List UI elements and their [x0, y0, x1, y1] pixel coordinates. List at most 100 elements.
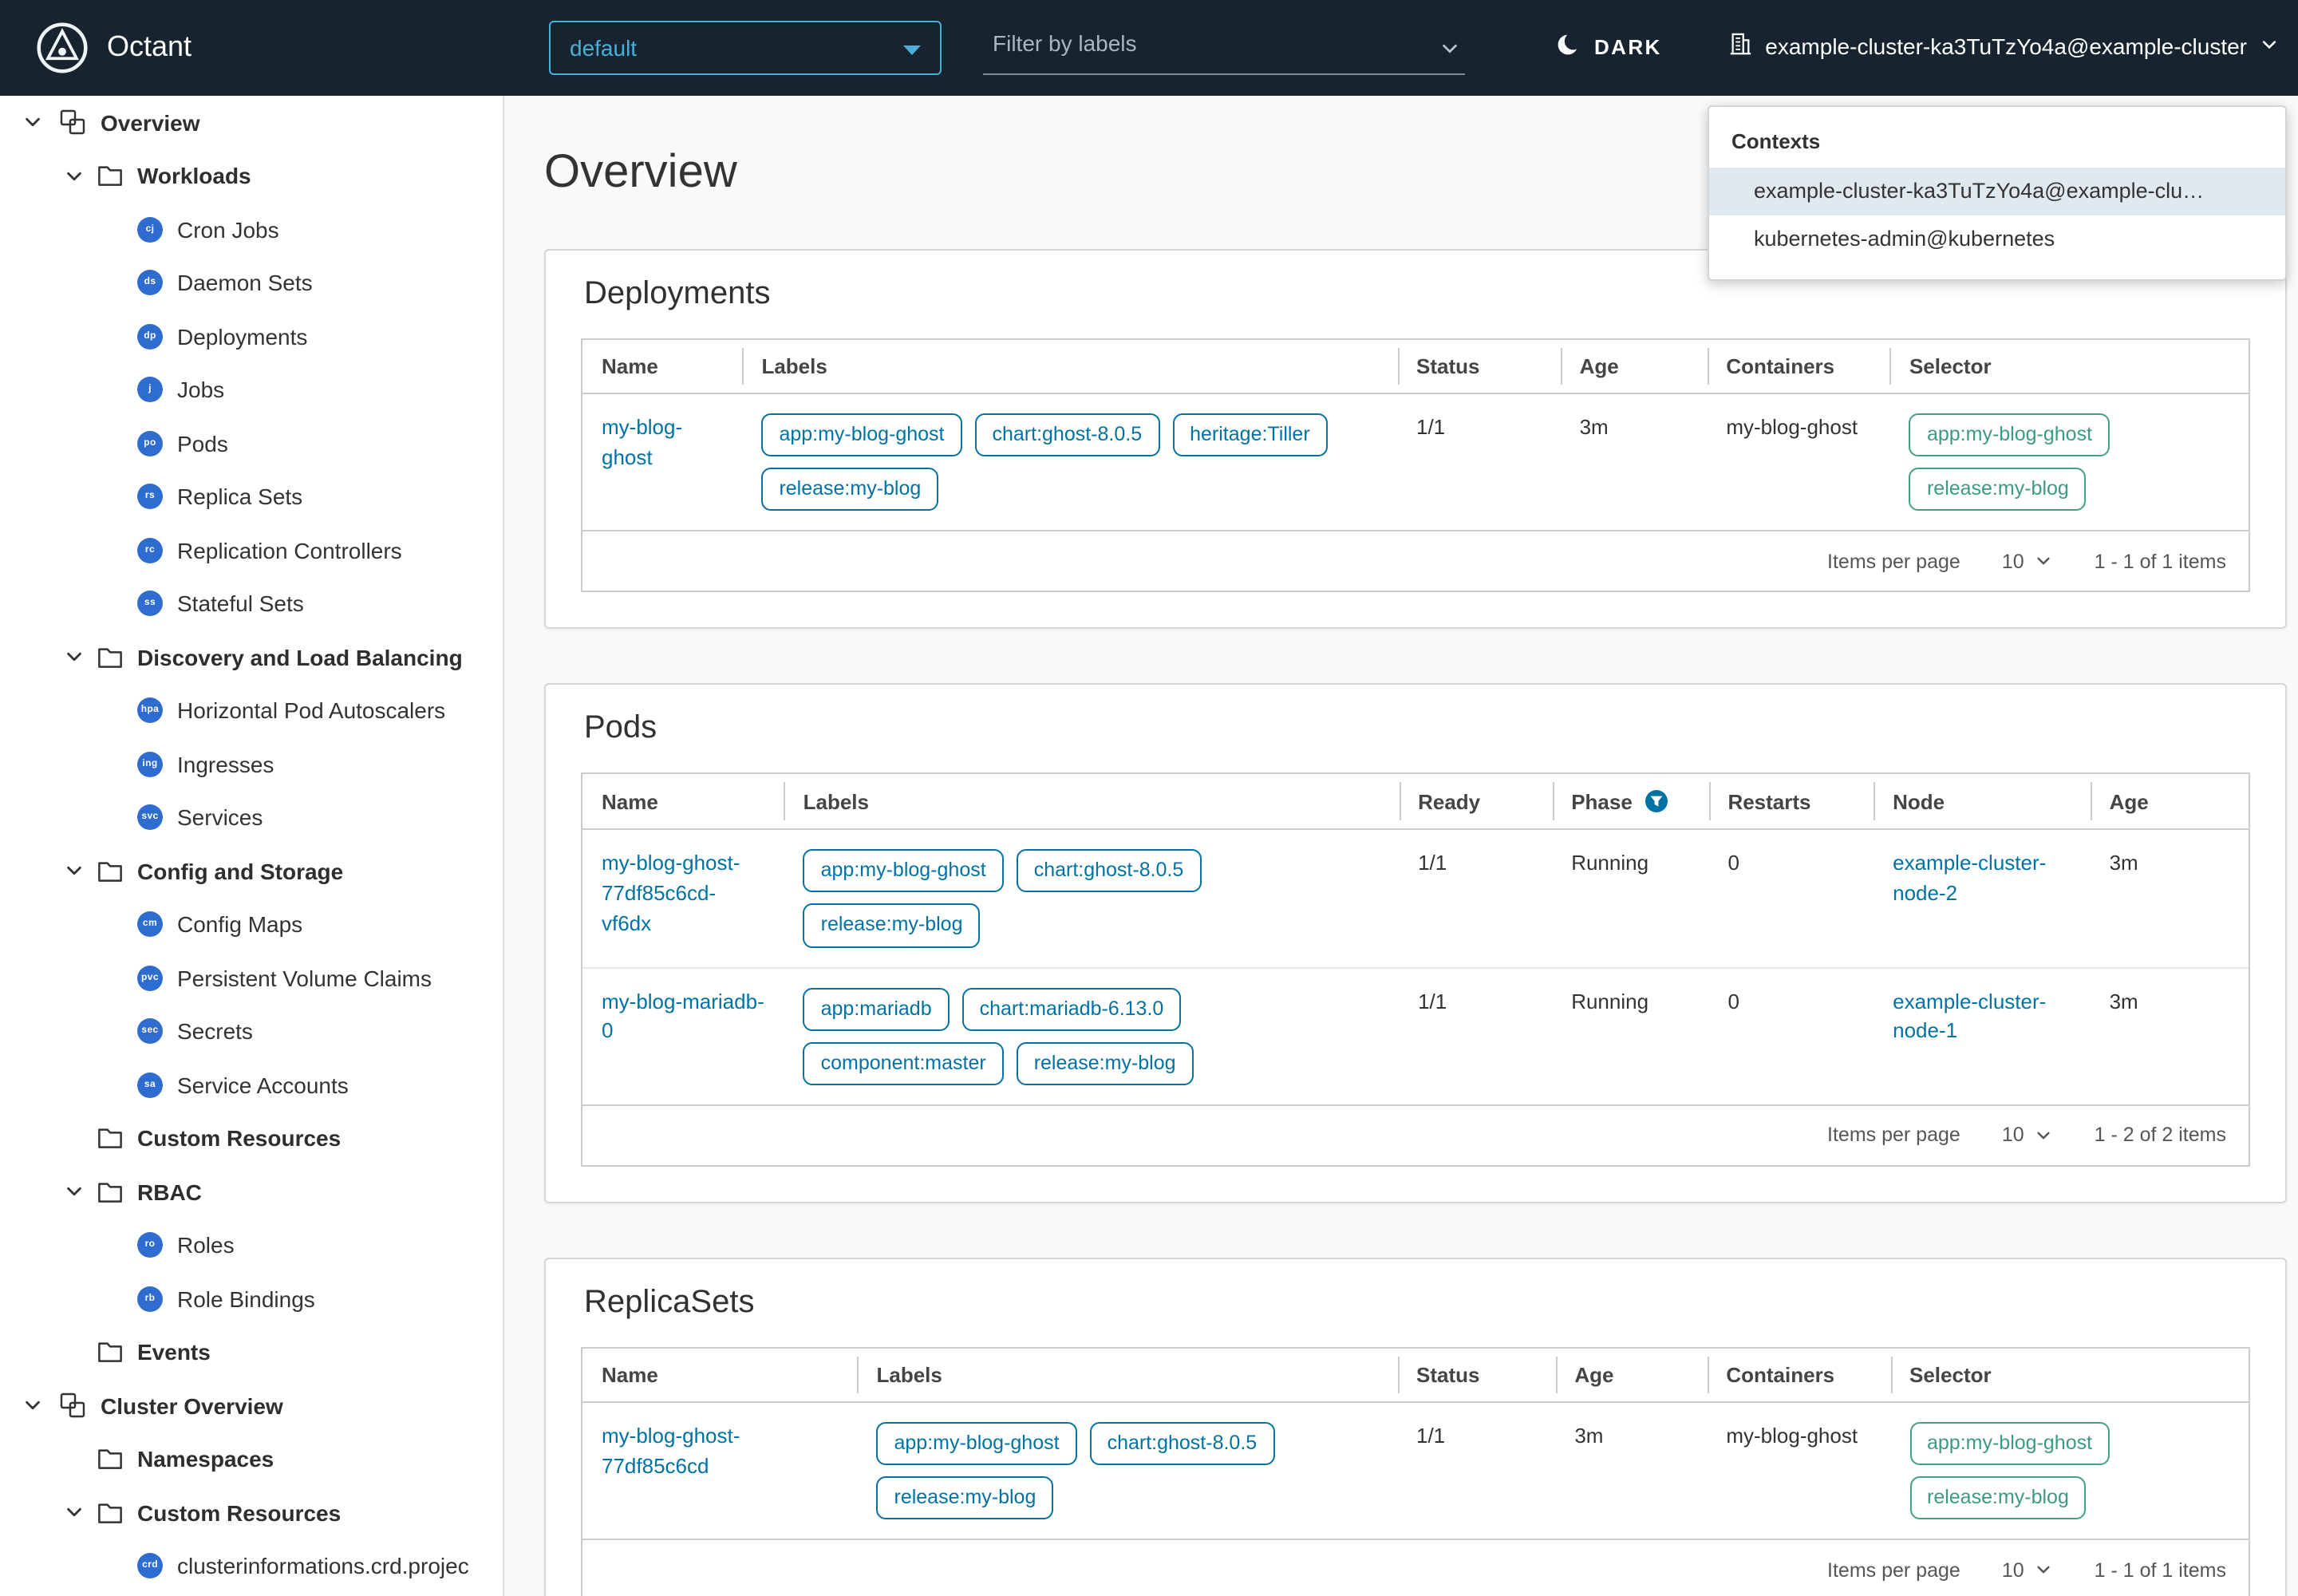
- card-title: Deployments: [584, 276, 2250, 313]
- column-header-age: Age: [2091, 775, 2249, 829]
- sidebar-item-label: RBAC: [137, 1179, 202, 1205]
- sidebar-item-label: Cron Jobs: [177, 217, 279, 243]
- resource-link[interactable]: example-cluster-node-2: [1893, 850, 2071, 910]
- sidebar-item-overview[interactable]: Overview: [0, 96, 503, 149]
- items-per-page-select[interactable]: 10: [2002, 1124, 2053, 1147]
- label-tag: app:my-blog-ghost: [761, 413, 961, 456]
- context-menu-item[interactable]: kubernetes-admin@kubernetes: [1709, 215, 2285, 263]
- label-tag: app:mariadb: [804, 987, 950, 1030]
- sidebar-item-secrets[interactable]: secSecrets: [0, 1005, 503, 1058]
- resource-link[interactable]: my-blog-ghost: [602, 413, 723, 473]
- label-filter-input[interactable]: [983, 21, 1465, 75]
- sidebar-item-stateful-sets[interactable]: ssStateful Sets: [0, 577, 503, 630]
- cell-text: 3m: [1574, 1424, 1603, 1448]
- chevron-down-icon[interactable]: [22, 113, 46, 133]
- octant-app: Octant default DARK example-cluster-ka3T…: [0, 0, 2298, 1596]
- cell-phase: Running: [1552, 968, 1708, 1104]
- label-filter: [983, 21, 1465, 75]
- pagination-range: 1 - 1 of 1 items: [2095, 1558, 2226, 1581]
- filter-icon[interactable]: [1644, 789, 1669, 815]
- cell-labels: app:mariadbchart:mariadb-6.13.0component…: [784, 968, 1399, 1104]
- sidebar-item-jobs[interactable]: jJobs: [0, 363, 503, 417]
- sidebar-item-custom-resources[interactable]: Custom Resources: [0, 1112, 503, 1165]
- sidebar-item-label: Stateful Sets: [177, 591, 304, 617]
- sidebar-item-workloads[interactable]: Workloads: [0, 149, 503, 203]
- column-header-label: Containers: [1726, 354, 1834, 378]
- chevron-down-icon[interactable]: [64, 1182, 88, 1203]
- column-header-label: Status: [1416, 354, 1479, 378]
- persistent-volume-claims-icon: pvc: [137, 966, 163, 991]
- chevron-down-icon[interactable]: [64, 1503, 88, 1523]
- label-tag: release:my-blog: [877, 1476, 1054, 1519]
- sidebar-item-cluster-overview[interactable]: Cluster Overview: [0, 1379, 503, 1432]
- chevron-down-icon[interactable]: [1439, 38, 1460, 67]
- namespace-select[interactable]: default: [549, 21, 942, 75]
- sidebar-item-events[interactable]: Events: [0, 1325, 503, 1379]
- sidebar-item-services[interactable]: svcServices: [0, 791, 503, 844]
- column-header-selector: Selector: [1890, 340, 2249, 393]
- theme-toggle[interactable]: DARK: [1556, 32, 1662, 62]
- chevron-down-icon[interactable]: [64, 166, 88, 187]
- role-bindings-icon: rb: [137, 1286, 163, 1312]
- sidebar-item-persistent-volume-claims[interactable]: pvcPersistent Volume Claims: [0, 951, 503, 1005]
- chevron-down-icon: [2260, 34, 2279, 59]
- items-per-page-select[interactable]: 10: [2002, 1558, 2053, 1581]
- datagrid-footer: Items per page101 - 1 of 1 items: [582, 1539, 2249, 1596]
- datagrid-header: NameLabelsStatusAgeContainersSelector: [582, 340, 2249, 394]
- chevron-down-icon[interactable]: [22, 1396, 46, 1416]
- context-menu: Contexts example-cluster-ka3TuTzYo4a@exa…: [1708, 105, 2287, 281]
- sidebar-item-discovery-and-load-balancing[interactable]: Discovery and Load Balancing: [0, 630, 503, 684]
- cell-age: 3m: [1561, 394, 1708, 531]
- octant-logo: [35, 21, 89, 75]
- chevron-down-icon[interactable]: [64, 647, 88, 668]
- column-header-containers: Containers: [1707, 340, 1890, 393]
- sidebar-item-config-and-storage[interactable]: Config and Storage: [0, 844, 503, 898]
- sidebar-item-namespaces[interactable]: Namespaces: [0, 1432, 503, 1486]
- sidebar-item-label: Discovery and Load Balancing: [137, 645, 463, 670]
- sidebar-item-ingresses[interactable]: ingIngresses: [0, 737, 503, 791]
- selector-tag: app:my-blog-ghost: [1909, 1422, 2110, 1465]
- sidebar-item-replica-sets[interactable]: rsReplica Sets: [0, 470, 503, 523]
- cell-text: my-blog-ghost: [1726, 415, 1858, 439]
- folder-icon: [97, 165, 123, 188]
- sidebar-item-custom-resources[interactable]: Custom Resources: [0, 1486, 503, 1539]
- sidebar-item-label: Daemon Sets: [177, 271, 313, 296]
- items-per-page-select[interactable]: 10: [2002, 551, 2053, 573]
- column-header-age: Age: [1561, 340, 1708, 393]
- sidebar-item-config-maps[interactable]: cmConfig Maps: [0, 898, 503, 951]
- items-per-page-label: Items per page: [1827, 551, 1960, 573]
- resource-link[interactable]: my-blog-mariadb-0: [602, 987, 765, 1047]
- sidebar-item-cron-jobs[interactable]: cjCron Jobs: [0, 203, 503, 256]
- column-header-labels: Labels: [858, 1349, 1398, 1401]
- resource-link[interactable]: example-cluster-node-1: [1893, 987, 2071, 1047]
- resource-link[interactable]: my-blog-ghost-77df85c6cd-vf6dx: [602, 850, 765, 940]
- label-tag: app:my-blog-ghost: [877, 1422, 1077, 1465]
- pods-icon: po: [137, 431, 163, 456]
- resource-link[interactable]: my-blog-ghost-77df85c6cd: [602, 1422, 839, 1482]
- sidebar-item-role-bindings[interactable]: rbRole Bindings: [0, 1272, 503, 1325]
- sidebar-item-roles[interactable]: roRoles: [0, 1219, 503, 1272]
- context-selector[interactable]: example-cluster-ka3TuTzYo4a@example-clus…: [1728, 32, 2279, 61]
- sidebar-item-horizontal-pod-autoscalers[interactable]: hpaHorizontal Pod Autoscalers: [0, 684, 503, 737]
- cell-text: 0: [1727, 989, 1739, 1013]
- sidebar-item-daemon-sets[interactable]: dsDaemon Sets: [0, 256, 503, 310]
- sidebar-item-pods[interactable]: poPods: [0, 417, 503, 470]
- sidebar-item-service-accounts[interactable]: saService Accounts: [0, 1058, 503, 1112]
- sidebar-item-deployments[interactable]: dpDeployments: [0, 310, 503, 363]
- sidebar-item-csidrivers-csi-storage-k8s-io[interactable]: csicsidrivers.csi.storage.k8s.io: [0, 1593, 503, 1596]
- config-maps-icon: cm: [137, 912, 163, 938]
- chevron-down-icon[interactable]: [64, 861, 88, 882]
- context-menu-item[interactable]: example-cluster-ka3TuTzYo4a@example-clu…: [1709, 168, 2285, 215]
- cell-name: my-blog-ghost-77df85c6cd-vf6dx: [582, 831, 784, 967]
- cell-labels: app:my-blog-ghost chart:ghost-8.0.5 releas…: [858, 1403, 1398, 1539]
- cell-node: example-cluster-node-1: [1874, 968, 2090, 1104]
- label-tag: chart:ghost-8.0.5: [1090, 1422, 1275, 1465]
- sidebar-item-replication-controllers[interactable]: rcReplication Controllers: [0, 523, 503, 577]
- column-header-label: Containers: [1726, 1363, 1834, 1387]
- sidebar-item-clusterinformations-crd-projec[interactable]: crdclusterinformations.crd.projec: [0, 1539, 503, 1593]
- column-header-label: Name: [602, 790, 658, 814]
- column-header-label: Node: [1893, 790, 1945, 814]
- column-header-status: Status: [1397, 1349, 1555, 1401]
- sidebar-item-rbac[interactable]: RBAC: [0, 1165, 503, 1219]
- datagrid: NameLabelsReadyPhaseRestartsNodeAgemy-bl…: [581, 773, 2250, 1167]
